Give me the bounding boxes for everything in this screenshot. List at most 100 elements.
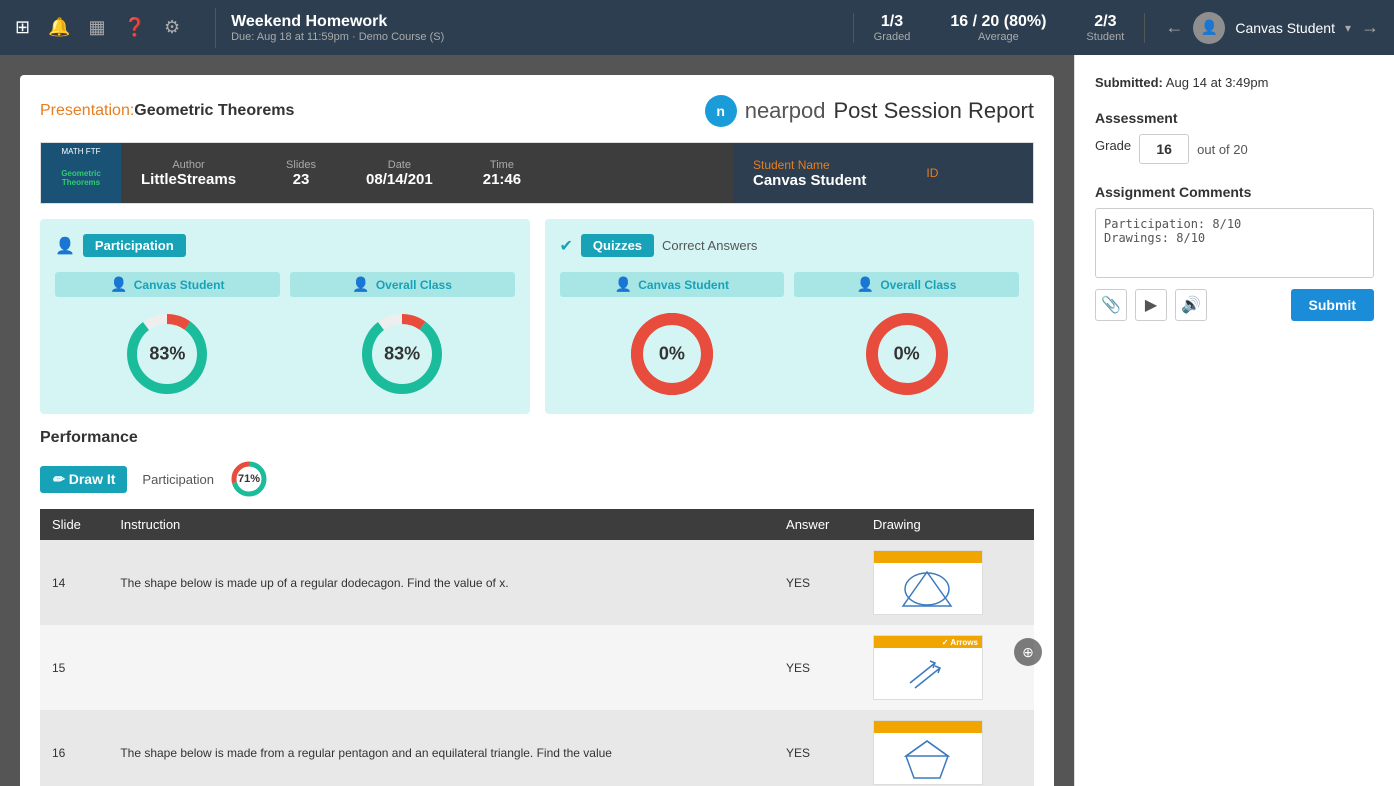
col-drawing: Drawing — [861, 509, 1034, 540]
chart-icon[interactable]: ▦ — [89, 17, 106, 38]
report-header: Presentation:Geometric Theorems n nearpo… — [40, 95, 1034, 127]
gear-icon[interactable]: ⚙ — [164, 17, 180, 38]
table-row: 14 The shape below is made up of a regul… — [40, 540, 1034, 625]
drawing-thumbnail-15[interactable]: ✓ Arrows — [873, 635, 983, 700]
instruction-text: The shape below is made up of a regular … — [108, 540, 774, 625]
student-participation-col: 👤 Canvas Student — [55, 272, 280, 399]
help-icon[interactable]: ❓ — [124, 17, 146, 38]
chevron-down-icon[interactable]: ▾ — [1345, 21, 1351, 35]
col-answer: Answer — [774, 509, 861, 540]
drawing-thumbnail-16[interactable] — [873, 720, 983, 785]
answer-cell: YES — [774, 625, 861, 710]
slide-number: 14 — [40, 540, 108, 625]
arrows-svg — [900, 653, 955, 695]
average-label: Average — [950, 31, 1046, 43]
thumb-header-bar-16 — [874, 721, 982, 733]
comments-textarea[interactable]: Participation: 8/10 Drawings: 8/10 — [1095, 208, 1374, 278]
submit-button[interactable]: Submit — [1291, 289, 1374, 321]
nearpod-logo: n nearpod Post Session Report — [705, 95, 1034, 127]
grade-row: Grade out of 20 — [1095, 134, 1374, 164]
class-participation-donut: 83% — [357, 309, 447, 399]
assessment-label: Assessment — [1095, 110, 1374, 126]
grid-icon[interactable]: ⊞ — [15, 17, 30, 38]
presentation-name: Geometric Theorems — [134, 102, 294, 119]
performance-section: Performance ✏ Draw It Participation — [40, 429, 1034, 786]
quizzes-cols: 👤 Canvas Student 0% — [560, 272, 1020, 399]
stats-row: 👤 Participation 👤 Canvas Student — [40, 219, 1034, 414]
student-quiz-pct: 0% — [659, 344, 685, 365]
pencil-icon: ✏ — [52, 471, 64, 488]
thumb-content-16 — [874, 733, 982, 784]
student-label: Student — [1086, 31, 1124, 43]
time-value: 21:46 — [483, 171, 521, 188]
main-content: Presentation:Geometric Theorems n nearpo… — [0, 55, 1394, 786]
quizzes-header: ✔ Quizzes Correct Answers — [560, 234, 1020, 257]
author-label: Author — [141, 159, 236, 171]
avatar: 👤 — [1193, 12, 1225, 44]
instruction-text — [108, 625, 774, 710]
thumbnail: MATH FTF GeometricTheorems — [41, 143, 121, 203]
author-field: Author LittleStreams — [141, 159, 236, 188]
zoom-button[interactable]: ⊕ — [1014, 638, 1042, 666]
person-icon-participation: 👤 — [55, 236, 75, 256]
class-quiz-col-name: Overall Class — [880, 278, 956, 292]
presentation-label: Presentation: — [40, 102, 134, 119]
draw-it-table-container: Slide Instruction Answer Drawing 14 The … — [40, 509, 1034, 786]
report-card: Presentation:Geometric Theorems n nearpo… — [20, 75, 1054, 786]
student-person-icon: 👤 — [110, 276, 127, 293]
col-instruction: Instruction — [108, 509, 774, 540]
id-field: ID — [926, 166, 938, 180]
thumb-content-15 — [874, 648, 982, 699]
performance-title: Performance — [40, 429, 1034, 447]
prev-arrow-icon[interactable]: ← — [1165, 17, 1183, 38]
table-header-row: Slide Instruction Answer Drawing — [40, 509, 1034, 540]
bell-icon[interactable]: 🔔 — [48, 17, 70, 38]
report-panel: Presentation:Geometric Theorems n nearpo… — [0, 55, 1074, 786]
class-quiz-donut: 0% — [862, 309, 952, 399]
info-dark-section: Author LittleStreams Slides 23 Date 08/1… — [121, 143, 733, 203]
assignment-due: Due: Aug 18 at 11:59pm · Demo Course (S) — [231, 31, 853, 43]
class-quiz-col: 👤 Overall Class 0% — [794, 272, 1019, 399]
comments-actions: 📎 ▶ 🔊 Submit — [1095, 289, 1374, 321]
drawing-thumbnail[interactable] — [873, 550, 983, 615]
media-icon-button[interactable]: ▶ — [1135, 289, 1167, 321]
audio-icon-button[interactable]: 🔊 — [1175, 289, 1207, 321]
draw-it-label: Draw It — [69, 471, 116, 487]
comments-label: Assignment Comments — [1095, 184, 1374, 200]
class-donut-container: 83% — [290, 309, 515, 399]
participation-cols: 👤 Canvas Student — [55, 272, 515, 399]
student-donut-container: 83% — [55, 309, 280, 399]
student-col-name: Canvas Student — [134, 278, 225, 292]
answer-cell: YES — [774, 540, 861, 625]
participation-card: 👤 Participation 👤 Canvas Student — [40, 219, 530, 414]
student-participation-header: 👤 Canvas Student — [55, 272, 280, 297]
author-value: LittleStreams — [141, 171, 236, 188]
col-slide: Slide — [40, 509, 108, 540]
nearpod-icon: n — [705, 95, 737, 127]
grade-input[interactable] — [1139, 134, 1189, 164]
participation-pct-text: 71% — [238, 473, 260, 485]
scroll-indicator[interactable]: ⊕ — [1014, 638, 1042, 666]
student-participation-pct: 83% — [149, 344, 185, 365]
student-quiz-donut: 0% — [627, 309, 717, 399]
nav-right-section: ← 👤 Canvas Student ▾ → — [1145, 12, 1379, 44]
slide-number: 15 — [40, 625, 108, 710]
check-icon: ✔ — [560, 236, 573, 256]
nav-stats-section: 1/3 Graded 16 / 20 (80%) Average 2/3 Stu… — [853, 13, 1146, 43]
time-field: Time 21:46 — [483, 159, 521, 188]
class-participation-header: 👤 Overall Class — [290, 272, 515, 297]
report-title: Presentation:Geometric Theorems — [40, 102, 294, 120]
attach-icon-button[interactable]: 📎 — [1095, 289, 1127, 321]
average-value: 16 / 20 (80%) — [950, 13, 1046, 31]
slides-label: Slides — [286, 159, 316, 171]
draw-it-participation-donut: 71% — [229, 459, 269, 499]
student-quiz-col: 👤 Canvas Student 0% — [560, 272, 785, 399]
next-arrow-icon[interactable]: → — [1361, 17, 1379, 38]
graded-value: 1/3 — [874, 13, 911, 31]
drawing-cell — [861, 710, 1034, 786]
class-participation-col: 👤 Overall Class 8 — [290, 272, 515, 399]
info-student-section: Student Name Canvas Student ID — [733, 143, 1033, 203]
student-stat: 2/3 Student — [1086, 13, 1124, 43]
class-col-name: Overall Class — [376, 278, 452, 292]
submitted-line: Submitted: Aug 14 at 3:49pm — [1095, 75, 1374, 90]
